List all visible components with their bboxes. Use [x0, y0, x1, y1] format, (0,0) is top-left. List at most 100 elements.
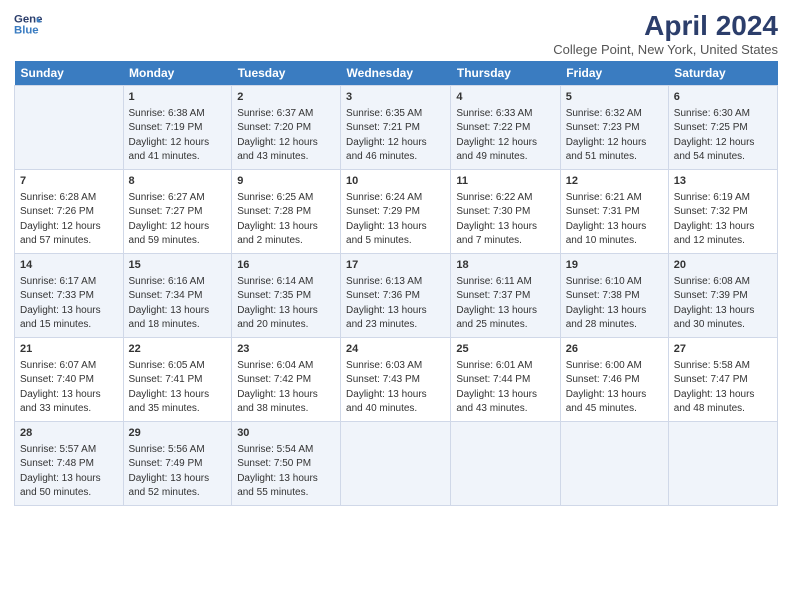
day-info: Sunrise: 6:14 AM Sunset: 7:35 PM Dayligh… [237, 275, 335, 333]
date-number: 21 [20, 342, 118, 358]
day-cell: 29Sunrise: 5:56 AM Sunset: 7:49 PM Dayli… [123, 421, 232, 505]
day-info: Sunrise: 5:56 AM Sunset: 7:49 PM Dayligh… [129, 443, 227, 501]
day-info: Sunrise: 6:38 AM Sunset: 7:19 PM Dayligh… [129, 107, 227, 165]
date-number: 29 [129, 426, 227, 442]
date-number: 10 [346, 174, 445, 190]
date-number: 22 [129, 342, 227, 358]
calendar-header: SundayMondayTuesdayWednesdayThursdayFrid… [15, 61, 778, 86]
day-info: Sunrise: 6:13 AM Sunset: 7:36 PM Dayligh… [346, 275, 445, 333]
date-number: 6 [674, 90, 772, 106]
day-info: Sunrise: 6:08 AM Sunset: 7:39 PM Dayligh… [674, 275, 772, 333]
day-cell: 15Sunrise: 6:16 AM Sunset: 7:34 PM Dayli… [123, 253, 232, 337]
day-info: Sunrise: 5:54 AM Sunset: 7:50 PM Dayligh… [237, 443, 335, 501]
day-cell: 9Sunrise: 6:25 AM Sunset: 7:28 PM Daylig… [232, 169, 341, 253]
day-info: Sunrise: 6:24 AM Sunset: 7:29 PM Dayligh… [346, 191, 445, 249]
calendar-body: 1Sunrise: 6:38 AM Sunset: 7:19 PM Daylig… [15, 86, 778, 506]
subtitle: College Point, New York, United States [553, 42, 778, 57]
week-row-2: 7Sunrise: 6:28 AM Sunset: 7:26 PM Daylig… [15, 169, 778, 253]
col-header-friday: Friday [560, 61, 668, 86]
day-cell: 1Sunrise: 6:38 AM Sunset: 7:19 PM Daylig… [123, 86, 232, 170]
day-cell: 30Sunrise: 5:54 AM Sunset: 7:50 PM Dayli… [232, 421, 341, 505]
day-info: Sunrise: 6:35 AM Sunset: 7:21 PM Dayligh… [346, 107, 445, 165]
date-number: 25 [456, 342, 554, 358]
main-title: April 2024 [553, 10, 778, 42]
day-cell: 10Sunrise: 6:24 AM Sunset: 7:29 PM Dayli… [341, 169, 451, 253]
date-number: 20 [674, 258, 772, 274]
date-number: 27 [674, 342, 772, 358]
date-number: 12 [566, 174, 663, 190]
day-info: Sunrise: 6:17 AM Sunset: 7:33 PM Dayligh… [20, 275, 118, 333]
day-cell: 2Sunrise: 6:37 AM Sunset: 7:20 PM Daylig… [232, 86, 341, 170]
col-header-monday: Monday [123, 61, 232, 86]
header: General Blue April 2024 College Point, N… [14, 10, 778, 57]
day-cell: 25Sunrise: 6:01 AM Sunset: 7:44 PM Dayli… [451, 337, 560, 421]
week-row-4: 21Sunrise: 6:07 AM Sunset: 7:40 PM Dayli… [15, 337, 778, 421]
day-cell: 22Sunrise: 6:05 AM Sunset: 7:41 PM Dayli… [123, 337, 232, 421]
day-info: Sunrise: 6:05 AM Sunset: 7:41 PM Dayligh… [129, 359, 227, 417]
day-info: Sunrise: 6:01 AM Sunset: 7:44 PM Dayligh… [456, 359, 554, 417]
week-row-3: 14Sunrise: 6:17 AM Sunset: 7:33 PM Dayli… [15, 253, 778, 337]
day-info: Sunrise: 6:19 AM Sunset: 7:32 PM Dayligh… [674, 191, 772, 249]
date-number: 7 [20, 174, 118, 190]
col-header-wednesday: Wednesday [341, 61, 451, 86]
day-info: Sunrise: 6:33 AM Sunset: 7:22 PM Dayligh… [456, 107, 554, 165]
day-cell: 7Sunrise: 6:28 AM Sunset: 7:26 PM Daylig… [15, 169, 124, 253]
date-number: 1 [129, 90, 227, 106]
day-cell: 28Sunrise: 5:57 AM Sunset: 7:48 PM Dayli… [15, 421, 124, 505]
day-info: Sunrise: 6:04 AM Sunset: 7:42 PM Dayligh… [237, 359, 335, 417]
day-cell: 23Sunrise: 6:04 AM Sunset: 7:42 PM Dayli… [232, 337, 341, 421]
day-cell: 3Sunrise: 6:35 AM Sunset: 7:21 PM Daylig… [341, 86, 451, 170]
date-number: 26 [566, 342, 663, 358]
day-info: Sunrise: 6:30 AM Sunset: 7:25 PM Dayligh… [674, 107, 772, 165]
date-number: 16 [237, 258, 335, 274]
day-info: Sunrise: 5:58 AM Sunset: 7:47 PM Dayligh… [674, 359, 772, 417]
logo: General Blue [14, 10, 42, 38]
date-number: 4 [456, 90, 554, 106]
day-info: Sunrise: 6:32 AM Sunset: 7:23 PM Dayligh… [566, 107, 663, 165]
day-cell: 16Sunrise: 6:14 AM Sunset: 7:35 PM Dayli… [232, 253, 341, 337]
day-cell: 8Sunrise: 6:27 AM Sunset: 7:27 PM Daylig… [123, 169, 232, 253]
date-number: 2 [237, 90, 335, 106]
day-cell [451, 421, 560, 505]
day-cell [560, 421, 668, 505]
date-number: 5 [566, 90, 663, 106]
day-cell: 11Sunrise: 6:22 AM Sunset: 7:30 PM Dayli… [451, 169, 560, 253]
day-cell: 12Sunrise: 6:21 AM Sunset: 7:31 PM Dayli… [560, 169, 668, 253]
day-info: Sunrise: 6:07 AM Sunset: 7:40 PM Dayligh… [20, 359, 118, 417]
title-block: April 2024 College Point, New York, Unit… [553, 10, 778, 57]
day-info: Sunrise: 5:57 AM Sunset: 7:48 PM Dayligh… [20, 443, 118, 501]
date-number: 15 [129, 258, 227, 274]
day-cell: 6Sunrise: 6:30 AM Sunset: 7:25 PM Daylig… [668, 86, 777, 170]
day-cell: 17Sunrise: 6:13 AM Sunset: 7:36 PM Dayli… [341, 253, 451, 337]
day-cell: 24Sunrise: 6:03 AM Sunset: 7:43 PM Dayli… [341, 337, 451, 421]
week-row-1: 1Sunrise: 6:38 AM Sunset: 7:19 PM Daylig… [15, 86, 778, 170]
day-cell: 13Sunrise: 6:19 AM Sunset: 7:32 PM Dayli… [668, 169, 777, 253]
date-number: 14 [20, 258, 118, 274]
day-cell [341, 421, 451, 505]
day-info: Sunrise: 6:10 AM Sunset: 7:38 PM Dayligh… [566, 275, 663, 333]
day-cell: 5Sunrise: 6:32 AM Sunset: 7:23 PM Daylig… [560, 86, 668, 170]
date-number: 19 [566, 258, 663, 274]
date-number: 11 [456, 174, 554, 190]
week-row-5: 28Sunrise: 5:57 AM Sunset: 7:48 PM Dayli… [15, 421, 778, 505]
page-container: General Blue April 2024 College Point, N… [0, 0, 792, 514]
day-info: Sunrise: 6:00 AM Sunset: 7:46 PM Dayligh… [566, 359, 663, 417]
day-cell [668, 421, 777, 505]
col-header-tuesday: Tuesday [232, 61, 341, 86]
col-header-sunday: Sunday [15, 61, 124, 86]
day-info: Sunrise: 6:21 AM Sunset: 7:31 PM Dayligh… [566, 191, 663, 249]
day-info: Sunrise: 6:37 AM Sunset: 7:20 PM Dayligh… [237, 107, 335, 165]
date-number: 13 [674, 174, 772, 190]
svg-text:Blue: Blue [14, 25, 39, 37]
day-cell: 27Sunrise: 5:58 AM Sunset: 7:47 PM Dayli… [668, 337, 777, 421]
date-number: 8 [129, 174, 227, 190]
calendar-table: SundayMondayTuesdayWednesdayThursdayFrid… [14, 61, 778, 506]
day-cell: 19Sunrise: 6:10 AM Sunset: 7:38 PM Dayli… [560, 253, 668, 337]
day-cell: 4Sunrise: 6:33 AM Sunset: 7:22 PM Daylig… [451, 86, 560, 170]
day-info: Sunrise: 6:03 AM Sunset: 7:43 PM Dayligh… [346, 359, 445, 417]
day-cell: 14Sunrise: 6:17 AM Sunset: 7:33 PM Dayli… [15, 253, 124, 337]
date-number: 17 [346, 258, 445, 274]
day-info: Sunrise: 6:27 AM Sunset: 7:27 PM Dayligh… [129, 191, 227, 249]
date-number: 23 [237, 342, 335, 358]
date-number: 30 [237, 426, 335, 442]
